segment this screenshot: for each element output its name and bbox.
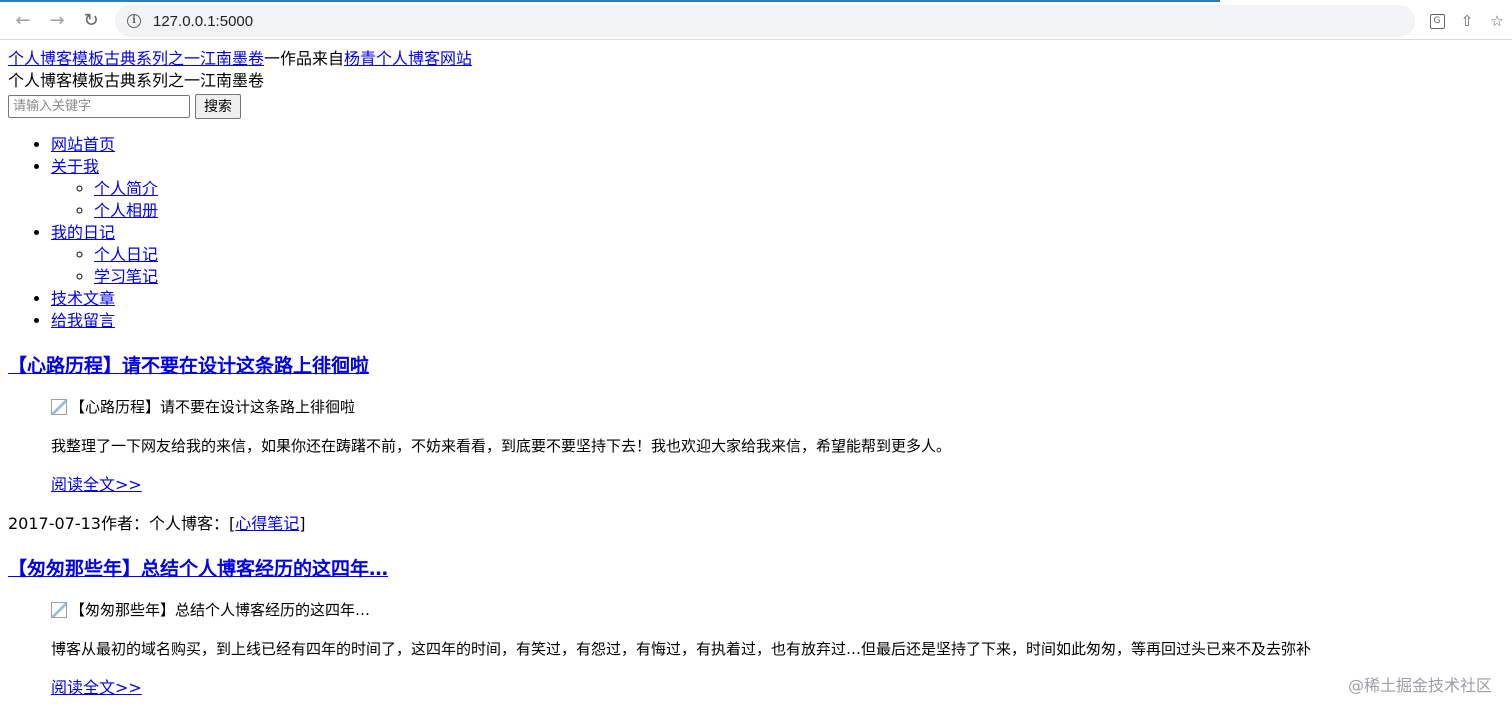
nav-link-personal-diary[interactable]: 个人日记 bbox=[94, 245, 158, 264]
article-read-more: 阅读全文>> bbox=[51, 474, 1512, 496]
url-text[interactable]: 127.0.0.1:5000 bbox=[153, 13, 253, 30]
nav-item-message: 给我留言 bbox=[51, 310, 1512, 332]
site-header: 个人博客模板古典系列之一江南墨卷一作品来自杨青个人博客网站 bbox=[8, 48, 1512, 70]
article-meta-suffix: ] bbox=[299, 514, 306, 533]
browser-toolbar: ← → ↻ i 127.0.0.1:5000 G ⇧ ☆ bbox=[0, 2, 1512, 40]
nav-item-album: 个人相册 bbox=[94, 200, 1512, 222]
diary-submenu: 个人日记 学习笔记 bbox=[51, 244, 1512, 288]
read-more-link[interactable]: 阅读全文>> bbox=[51, 678, 142, 697]
watermark: @稀土掘金技术社区 bbox=[1347, 676, 1492, 695]
article-body: 【心路历程】请不要在设计这条路上徘徊啦 我整理了一下网友给我的来信，如果你还在踌… bbox=[51, 396, 1512, 496]
article-image-alt: 【匆匆那些年】总结个人博客经历的这四年… bbox=[70, 601, 371, 619]
article-item: 【心路历程】请不要在设计这条路上徘徊啦 【心路历程】请不要在设计这条路上徘徊啦 … bbox=[8, 353, 1512, 535]
toolbar-right-icons: G ⇧ ☆ bbox=[1422, 2, 1512, 40]
from-text: 一作品来自 bbox=[264, 49, 345, 68]
nav-link-study-notes[interactable]: 学习笔记 bbox=[94, 267, 158, 286]
article-title: 【心路历程】请不要在设计这条路上徘徊啦 bbox=[8, 353, 1512, 379]
article-title-link[interactable]: 【心路历程】请不要在设计这条路上徘徊啦 bbox=[8, 355, 369, 377]
main-nav: 网站首页 关于我 个人简介 个人相册 我的日记 个人日记 学习笔记 技术文章 给… bbox=[8, 134, 1512, 332]
broken-image-icon bbox=[51, 602, 67, 618]
nav-link-tech[interactable]: 技术文章 bbox=[51, 289, 115, 308]
about-submenu: 个人简介 个人相册 bbox=[51, 178, 1512, 222]
article-image-alt: 【心路历程】请不要在设计这条路上徘徊啦 bbox=[70, 398, 356, 416]
article-category-link[interactable]: 心得笔记 bbox=[235, 514, 299, 533]
translate-icon[interactable]: G bbox=[1422, 6, 1452, 36]
address-bar[interactable]: i 127.0.0.1:5000 bbox=[115, 5, 1415, 37]
author-site-link[interactable]: 杨青个人博客网站 bbox=[344, 49, 472, 68]
read-more-link[interactable]: 阅读全文>> bbox=[51, 475, 142, 494]
article-image: 【心路历程】请不要在设计这条路上徘徊啦 bbox=[51, 396, 1512, 418]
article-title-link[interactable]: 【匆匆那些年】总结个人博客经历的这四年… bbox=[8, 558, 388, 580]
article-summary: 博客从最初的域名购买，到上线已经有四年的时间了，这四年的时间，有笑过，有怨过，有… bbox=[51, 640, 1312, 658]
article-read-more: 阅读全文>> bbox=[51, 677, 1512, 699]
article-image: 【匆匆那些年】总结个人博客经历的这四年… bbox=[51, 599, 1512, 621]
nav-item-personal-diary: 个人日记 bbox=[94, 244, 1512, 266]
nav-item-tech: 技术文章 bbox=[51, 288, 1512, 310]
share-icon[interactable]: ⇧ bbox=[1452, 6, 1482, 36]
article-meta-prefix: 2017-07-13作者：个人博客：[ bbox=[8, 514, 236, 533]
article-summary: 我整理了一下网友给我的来信，如果你还在踌躇不前，不妨来看看，到底要不要坚持下去！… bbox=[51, 437, 952, 455]
article-item: 【匆匆那些年】总结个人博客经历的这四年… 【匆匆那些年】总结个人博客经历的这四年… bbox=[8, 556, 1512, 699]
nav-link-message[interactable]: 给我留言 bbox=[51, 311, 115, 330]
nav-item-home: 网站首页 bbox=[51, 134, 1512, 156]
nav-link-album[interactable]: 个人相册 bbox=[94, 201, 158, 220]
search-input[interactable] bbox=[8, 94, 190, 118]
page-content: 个人博客模板古典系列之一江南墨卷一作品来自杨青个人博客网站 个人博客模板古典系列… bbox=[0, 40, 1512, 699]
site-title-link[interactable]: 个人博客模板古典系列之一江南墨卷 bbox=[8, 49, 264, 68]
reload-icon[interactable]: ↻ bbox=[74, 4, 108, 38]
back-arrow-icon[interactable]: ← bbox=[6, 4, 40, 38]
nav-item-diary: 我的日记 个人日记 学习笔记 bbox=[51, 222, 1512, 288]
broken-image-icon bbox=[51, 399, 67, 415]
nav-link-about[interactable]: 关于我 bbox=[51, 157, 99, 176]
nav-link-diary[interactable]: 我的日记 bbox=[51, 223, 115, 242]
nav-item-study-notes: 学习笔记 bbox=[94, 266, 1512, 288]
nav-item-profile: 个人简介 bbox=[94, 178, 1512, 200]
site-subtitle: 个人博客模板古典系列之一江南墨卷 bbox=[8, 71, 265, 90]
article-meta: 2017-07-13作者：个人博客：[心得笔记] bbox=[8, 513, 1512, 535]
bookmark-star-icon[interactable]: ☆ bbox=[1482, 6, 1512, 36]
search-form: 搜索 bbox=[8, 93, 1512, 119]
nav-link-home[interactable]: 网站首页 bbox=[51, 135, 115, 154]
article-title: 【匆匆那些年】总结个人博客经历的这四年… bbox=[8, 556, 1512, 582]
article-body: 【匆匆那些年】总结个人博客经历的这四年… 博客从最初的域名购买，到上线已经有四年… bbox=[51, 599, 1512, 699]
nav-item-about: 关于我 个人简介 个人相册 bbox=[51, 156, 1512, 222]
info-icon[interactable]: i bbox=[127, 14, 141, 28]
forward-arrow-icon[interactable]: → bbox=[40, 4, 74, 38]
search-button[interactable]: 搜索 bbox=[195, 93, 241, 119]
nav-link-profile[interactable]: 个人简介 bbox=[94, 179, 158, 198]
